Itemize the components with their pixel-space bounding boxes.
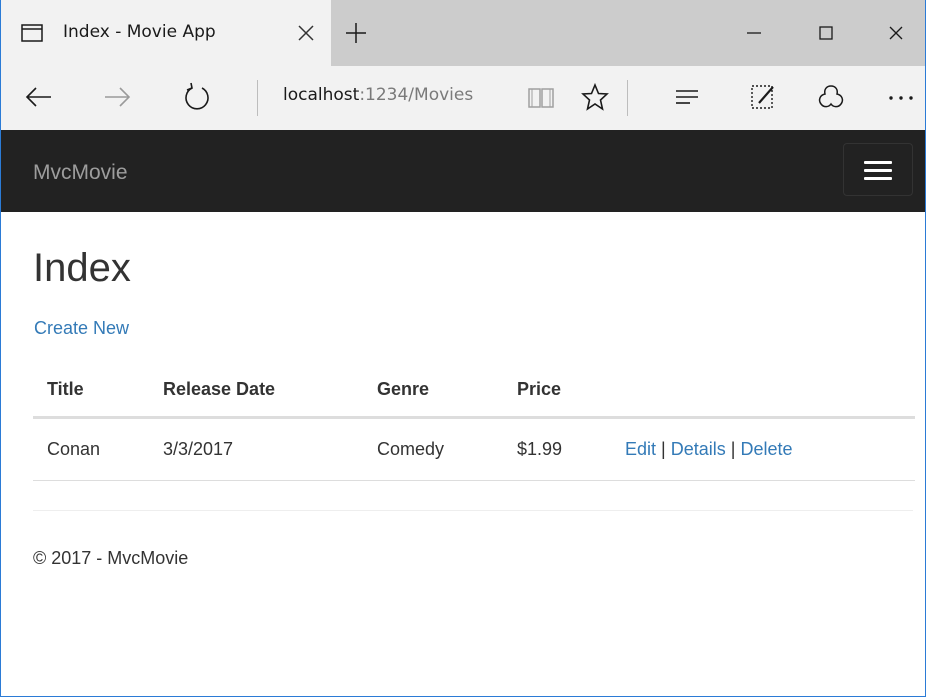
edit-link[interactable]: Edit (625, 439, 656, 459)
hub-icon[interactable] (671, 81, 703, 113)
footer-copyright: © 2017 - MvcMovie (33, 548, 189, 568)
navbar: MvcMovie (1, 130, 925, 212)
reading-view-icon[interactable] (525, 81, 557, 113)
toolbar-divider (257, 80, 258, 116)
footer-divider (33, 510, 913, 511)
page-title: Index (33, 246, 131, 290)
cell-title: Conan (33, 417, 149, 481)
share-icon[interactable] (815, 81, 847, 113)
create-new-link[interactable]: Create New (34, 318, 129, 339)
column-header-actions (611, 364, 915, 419)
close-icon[interactable] (295, 22, 317, 44)
details-link[interactable]: Details (671, 439, 726, 459)
column-header-genre[interactable]: Genre (363, 364, 503, 419)
hamburger-menu-icon (864, 177, 892, 180)
navbar-brand-link[interactable]: MvcMovie (33, 161, 128, 185)
cell-release-date: 3/3/2017 (149, 417, 363, 481)
action-separator: | (661, 438, 666, 459)
address-bar[interactable]: localhost:1234/Movies (283, 85, 473, 105)
tab-strip: Index - Movie App (1, 0, 925, 66)
column-header-price[interactable]: Price (503, 364, 611, 419)
web-note-icon[interactable] (747, 81, 779, 113)
star-icon[interactable] (579, 81, 611, 113)
browser-tab[interactable]: Index - Movie App (1, 0, 331, 66)
table-header-row: Title Release Date Genre Price (33, 364, 915, 419)
hamburger-menu-button[interactable] (843, 143, 913, 196)
browser-window: Index - Movie App localhost:1234/Movies … (0, 0, 926, 697)
tab-title: Index - Movie App (63, 22, 216, 42)
column-header-title[interactable]: Title (33, 364, 149, 419)
table-row: Conan 3/3/2017 Comedy $1.99 Edit | Detai… (33, 417, 915, 481)
toolbar-divider (627, 80, 628, 116)
browser-toolbar: localhost:1234/Movies (1, 66, 925, 130)
refresh-icon[interactable] (181, 81, 213, 113)
tab-page-icon (21, 24, 43, 42)
maximize-icon[interactable] (811, 18, 841, 48)
plus-icon[interactable] (343, 20, 369, 46)
hamburger-menu-icon (864, 169, 892, 172)
action-separator: | (730, 438, 736, 459)
forward-arrow-icon[interactable] (101, 81, 133, 113)
movies-table: Title Release Date Genre Price Conan 3/3… (33, 364, 915, 481)
column-header-release-date[interactable]: Release Date (149, 364, 363, 419)
delete-link[interactable]: Delete (741, 439, 793, 459)
url-host: localhost (283, 85, 360, 105)
hamburger-menu-icon (864, 161, 892, 164)
minimize-icon[interactable] (739, 18, 769, 48)
cell-actions: Edit | Details | Delete (611, 417, 915, 481)
back-arrow-icon[interactable] (23, 81, 55, 113)
more-icon[interactable] (885, 81, 917, 113)
cell-price: $1.99 (503, 417, 611, 481)
cell-genre: Comedy (363, 417, 503, 481)
close-icon[interactable] (881, 18, 911, 48)
url-path: :1234/Movies (359, 85, 474, 105)
